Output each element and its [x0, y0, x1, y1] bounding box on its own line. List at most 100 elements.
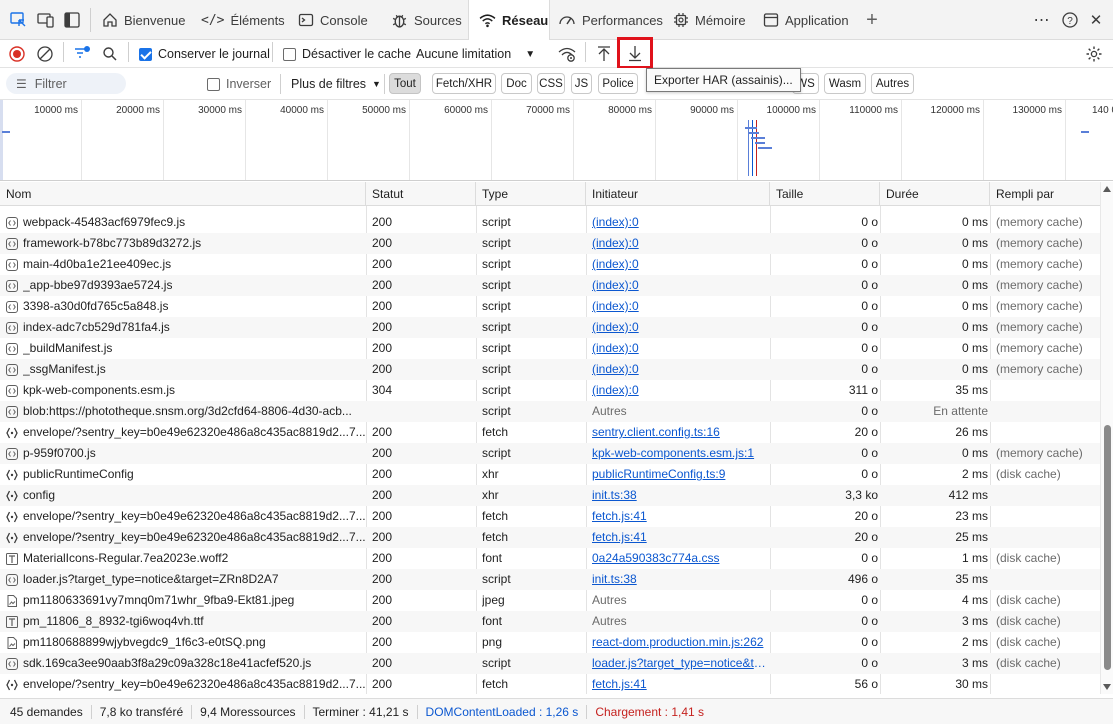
- request-initiator[interactable]: fetch.js:41: [592, 527, 770, 548]
- table-row[interactable]: config 200 xhr init.ts:38 3,3 ko 412 ms: [0, 485, 1100, 506]
- table-row[interactable]: framework-b78bc773b89d3272.js 200 script…: [0, 233, 1100, 254]
- request-initiator[interactable]: react-dom.production.min.js:262: [592, 632, 770, 653]
- chip-autres[interactable]: Autres: [871, 73, 914, 94]
- network-overview-timeline[interactable]: 10000 ms 20000 ms 30000 ms 40000 ms 5000…: [0, 100, 1113, 181]
- request-initiator[interactable]: (index):0: [592, 317, 770, 338]
- table-row[interactable]: pm1180688899wjybvegdc9_1f6c3-e0tSQ.png 2…: [0, 632, 1100, 653]
- request-name: webpack-45483acf6979fec9.js: [23, 215, 186, 229]
- request-initiator[interactable]: (index):0: [592, 233, 770, 254]
- chip-css[interactable]: CSS: [537, 73, 565, 94]
- request-duration: 0 ms: [961, 320, 988, 334]
- throttling-select[interactable]: Aucune limitation ▼: [416, 44, 535, 64]
- column-header-filled-by[interactable]: Rempli par: [990, 182, 1100, 206]
- table-row[interactable]: loader.js?target_type=notice&target=ZRn8…: [0, 569, 1100, 590]
- column-header-name[interactable]: Nom: [0, 182, 366, 206]
- disable-cache-checkbox[interactable]: Désactiver le cache: [283, 44, 411, 64]
- table-row[interactable]: publicRuntimeConfig 200 xhr publicRuntim…: [0, 464, 1100, 485]
- close-icon[interactable]: ✕: [1086, 10, 1106, 30]
- chip-fetch-xhr[interactable]: Fetch/XHR: [432, 73, 496, 94]
- table-row[interactable]: pm1180633691vy7mnq0m71whr_9fba9-Ekt81.jp…: [0, 590, 1100, 611]
- request-initiator[interactable]: (index):0: [592, 275, 770, 296]
- tab-reseau[interactable]: Réseau: [468, 0, 550, 40]
- request-initiator[interactable]: publicRuntimeConfig.ts:9: [592, 464, 770, 485]
- table-row[interactable]: envelope/?sentry_key=b0e49e62320e486a8c4…: [0, 422, 1100, 443]
- request-type: script: [482, 257, 511, 271]
- tab-sources[interactable]: Sources: [391, 0, 462, 40]
- scroll-down-arrow-icon[interactable]: [1103, 684, 1111, 690]
- request-initiator[interactable]: fetch.js:41: [592, 674, 770, 694]
- network-toolbar: Conserver le journal Désactiver le cache…: [0, 37, 1113, 69]
- device-emulation-icon[interactable]: [36, 10, 56, 30]
- tab-bienvenue[interactable]: Bienvenue: [102, 0, 185, 40]
- table-row[interactable]: envelope/?sentry_key=b0e49e62320e486a8c4…: [0, 674, 1100, 694]
- dock-side-icon[interactable]: [62, 10, 82, 30]
- settings-gear-icon[interactable]: [1084, 44, 1104, 64]
- table-row[interactable]: envelope/?sentry_key=b0e49e62320e486a8c4…: [0, 527, 1100, 548]
- tab-elements[interactable]: </> Éléments: [201, 0, 285, 40]
- table-row[interactable]: webpack-45483acf6979fec9.js 200 script (…: [0, 212, 1100, 233]
- table-row[interactable]: main-4d0ba1e21ee409ec.js 200 script (ind…: [0, 254, 1100, 275]
- export-har-button[interactable]: [617, 37, 653, 69]
- scrollbar-thumb[interactable]: [1104, 425, 1111, 670]
- request-initiator[interactable]: loader.js?target_type=notice&targ: [592, 653, 770, 674]
- preserve-log-checkbox[interactable]: Conserver le journal: [139, 44, 270, 64]
- table-row[interactable]: kpk-web-components.esm.js 304 script (in…: [0, 380, 1100, 401]
- clear-icon[interactable]: [35, 44, 55, 64]
- request-size: 0 o: [861, 593, 878, 607]
- chip-js[interactable]: JS: [571, 73, 592, 94]
- invert-checkbox[interactable]: Inverser: [207, 74, 271, 94]
- network-conditions-icon[interactable]: [557, 44, 577, 64]
- column-header-status[interactable]: Statut: [366, 182, 476, 206]
- chip-doc[interactable]: Doc: [501, 73, 532, 94]
- table-row[interactable]: index-adc7cb529d781fa4.js 200 script (in…: [0, 317, 1100, 338]
- help-icon[interactable]: ?: [1060, 10, 1080, 30]
- column-header-type[interactable]: Type: [476, 182, 586, 206]
- add-tab-icon[interactable]: +: [862, 9, 882, 31]
- record-stop-icon[interactable]: [7, 44, 27, 64]
- tab-console[interactable]: Console: [298, 0, 368, 40]
- request-initiator[interactable]: init.ts:38: [592, 485, 770, 506]
- request-initiator[interactable]: (index):0: [592, 296, 770, 317]
- table-row[interactable]: envelope/?sentry_key=b0e49e62320e486a8c4…: [0, 506, 1100, 527]
- more-filters-dropdown[interactable]: Plus de filtres ▼: [291, 74, 381, 94]
- table-row[interactable]: 3398-a30d0fd765c5a848.js 200 script (ind…: [0, 296, 1100, 317]
- request-size: 0 o: [861, 299, 878, 313]
- request-initiator[interactable]: 0a24a590383c774a.css: [592, 548, 770, 569]
- tab-memoire[interactable]: Mémoire: [673, 0, 746, 40]
- scroll-up-arrow-icon[interactable]: [1103, 186, 1111, 192]
- more-options-icon[interactable]: ⋯: [1032, 10, 1052, 30]
- column-header-initiator[interactable]: Initiateur: [586, 182, 770, 206]
- tab-application[interactable]: Application: [763, 0, 849, 40]
- import-har-icon[interactable]: [594, 44, 614, 64]
- filter-input[interactable]: ☰ Filtrer: [6, 73, 126, 94]
- column-header-duration[interactable]: Durée: [880, 182, 990, 206]
- filter-toggle-icon[interactable]: [72, 44, 92, 64]
- request-initiator[interactable]: (index):0: [592, 380, 770, 401]
- table-row[interactable]: MaterialIcons-Regular.7ea2023e.woff2 200…: [0, 548, 1100, 569]
- request-initiator[interactable]: (index):0: [592, 212, 770, 233]
- request-filled-by: (memory cache): [996, 299, 1083, 313]
- request-initiator[interactable]: (index):0: [592, 254, 770, 275]
- table-row[interactable]: pm_11806_8_8932-tgi6woq4vh.ttf 200 font …: [0, 611, 1100, 632]
- table-row[interactable]: sdk.169ca3ee90aab3f8a29c09a328c18e41acfe…: [0, 653, 1100, 674]
- request-initiator[interactable]: kpk-web-components.esm.js:1: [592, 443, 770, 464]
- table-row[interactable]: _buildManifest.js 200 script (index):0 0…: [0, 338, 1100, 359]
- tab-performances[interactable]: Performances: [558, 0, 663, 40]
- table-row[interactable]: _app-bbe97d9393ae5724.js 200 script (ind…: [0, 275, 1100, 296]
- chip-wasm[interactable]: Wasm: [824, 73, 866, 94]
- request-initiator[interactable]: (index):0: [592, 359, 770, 380]
- request-initiator[interactable]: init.ts:38: [592, 569, 770, 590]
- table-row[interactable]: blob:https://phototheque.snsm.org/3d2cfd…: [0, 401, 1100, 422]
- search-icon[interactable]: [100, 44, 120, 64]
- table-row[interactable]: _ssgManifest.js 200 script (index):0 0 o…: [0, 359, 1100, 380]
- inspect-element-icon[interactable]: [8, 10, 28, 30]
- request-type: script: [482, 341, 511, 355]
- request-initiator[interactable]: fetch.js:41: [592, 506, 770, 527]
- request-initiator[interactable]: (index):0: [592, 338, 770, 359]
- table-scrollbar[interactable]: [1100, 182, 1113, 694]
- chip-police[interactable]: Police: [598, 73, 638, 94]
- table-row[interactable]: p-959f0700.js 200 script kpk-web-compone…: [0, 443, 1100, 464]
- chip-tout[interactable]: Tout: [389, 73, 421, 94]
- column-header-size[interactable]: Taille: [770, 182, 880, 206]
- request-initiator[interactable]: sentry.client.config.ts:16: [592, 422, 770, 443]
